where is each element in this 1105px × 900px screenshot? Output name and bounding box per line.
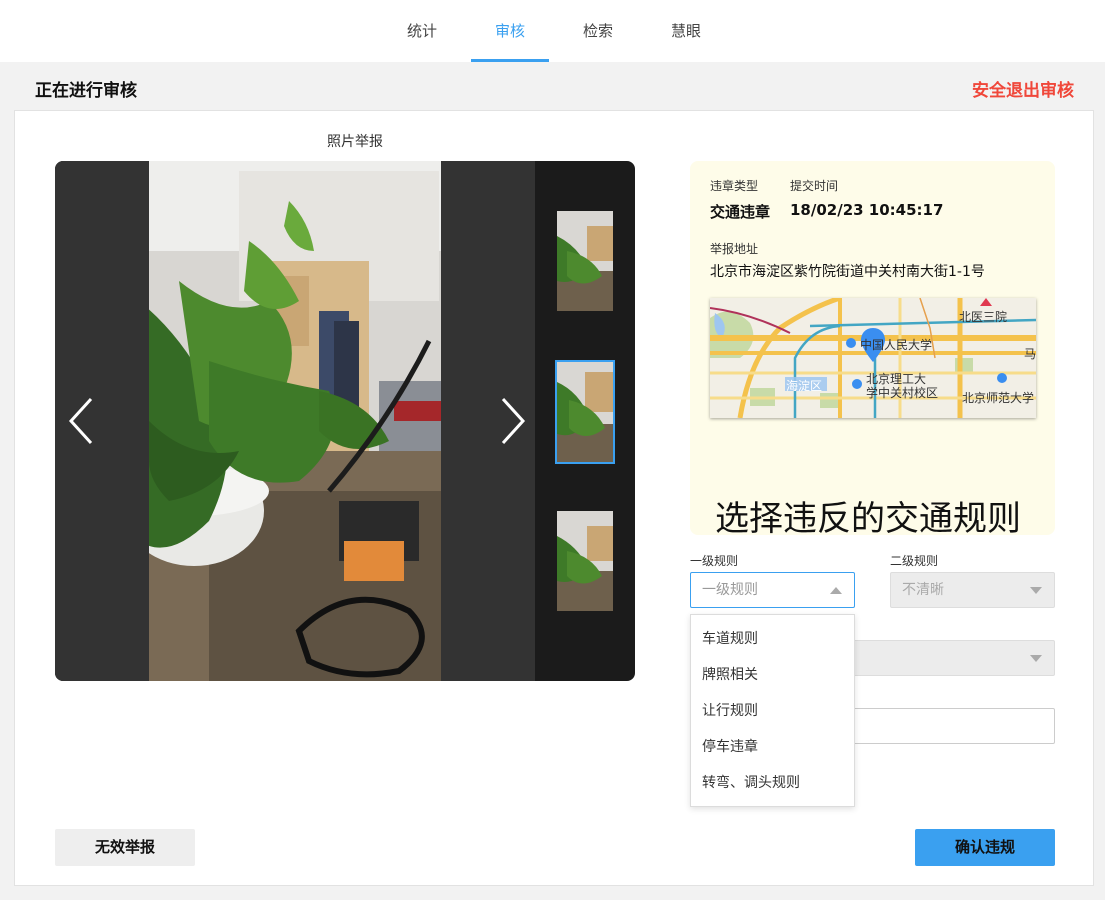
page-title: 正在进行审核 — [35, 81, 137, 101]
level1-rule-select[interactable]: 一级规则 — [690, 572, 855, 608]
invalid-report-button[interactable]: 无效举报 — [55, 829, 195, 866]
tab-statistics[interactable]: 统计 — [383, 0, 461, 62]
level2-rule-placeholder: 不清晰 — [902, 582, 944, 598]
submit-time-label: 提交时间 — [790, 179, 839, 193]
violation-type-label: 违章类型 — [710, 179, 759, 193]
photo-section-label: 照片举报 — [327, 134, 383, 150]
map-label-renmin-university: 中国人民大学 — [860, 338, 933, 352]
photo-thumbnail-3[interactable] — [557, 511, 613, 611]
tab-search[interactable]: 检索 — [559, 0, 637, 62]
note-input[interactable] — [853, 708, 1055, 744]
report-address-value: 北京市海淀区紫竹院街道中关村南大街1-1号 — [710, 264, 985, 280]
photo-thumbnail-1[interactable] — [557, 211, 613, 311]
dropdown-option-parking-violation[interactable]: 停车违章 — [691, 729, 854, 765]
previous-photo-button[interactable] — [61, 391, 101, 451]
report-photo — [149, 161, 441, 681]
map-label-haidian: 海淀区 — [786, 379, 823, 393]
location-map[interactable]: 北医三院 中国人民大学 海淀区 北京理工大 学中关村校区 北京师范大学 马 — [710, 298, 1036, 418]
report-address-label: 举报地址 — [710, 242, 759, 256]
dropdown-option-license-plate[interactable]: 牌照相关 — [691, 657, 854, 693]
level1-rule-label: 一级规则 — [690, 554, 739, 568]
dropdown-option-yield-rules[interactable]: 让行规则 — [691, 693, 854, 729]
caret-down-icon — [1030, 655, 1042, 662]
level1-rule-placeholder: 一级规则 — [702, 582, 758, 598]
level2-rule-label: 二级规则 — [890, 554, 939, 568]
main-photo-area — [55, 161, 535, 681]
next-photo-button[interactable] — [493, 391, 533, 451]
top-nav: 统计 审核 检索 慧眼 — [0, 0, 1105, 62]
caret-up-icon — [830, 587, 842, 594]
map-label-bnu: 北京师范大学 — [962, 391, 1035, 405]
level1-rule-dropdown: 车道规则 牌照相关 让行规则 停车违章 转弯、调头规则 — [690, 614, 855, 807]
submit-time-value: 18/02/23 10:45:17 — [790, 201, 944, 219]
review-card: 照片举报 违章类型 提交时间 交通违章 18/02/23 10:45:17 举报… — [14, 110, 1094, 886]
level2-rule-select[interactable]: 不清晰 — [890, 572, 1055, 608]
caret-down-icon — [1030, 587, 1042, 594]
photo-thumbnail-2[interactable] — [555, 360, 615, 464]
photo-viewer — [55, 161, 635, 681]
chevron-left-icon — [68, 397, 93, 445]
map-label-north-third-hospital: 北医三院 — [959, 310, 1008, 324]
chevron-right-icon — [501, 397, 526, 445]
dropdown-option-lane-rules[interactable]: 车道规则 — [691, 621, 854, 657]
rules-heading: 选择违反的交通规则 — [715, 499, 1021, 535]
tab-huiyan[interactable]: 慧眼 — [647, 0, 725, 62]
dropdown-option-turn-uturn-rules[interactable]: 转弯、调头规则 — [691, 765, 854, 801]
report-info-panel: 违章类型 提交时间 交通违章 18/02/23 10:45:17 举报地址 北京… — [690, 161, 1055, 535]
tab-review[interactable]: 审核 — [471, 0, 549, 62]
map-label-bit-campus: 学中关村校区 — [866, 386, 939, 400]
violation-type-value: 交通违章 — [710, 203, 771, 221]
exit-review-button[interactable]: 安全退出审核 — [972, 76, 1074, 101]
map-label-edge: 马 — [1024, 347, 1036, 361]
confirm-violation-button[interactable]: 确认违规 — [915, 829, 1055, 866]
secondary-select[interactable] — [853, 640, 1055, 676]
